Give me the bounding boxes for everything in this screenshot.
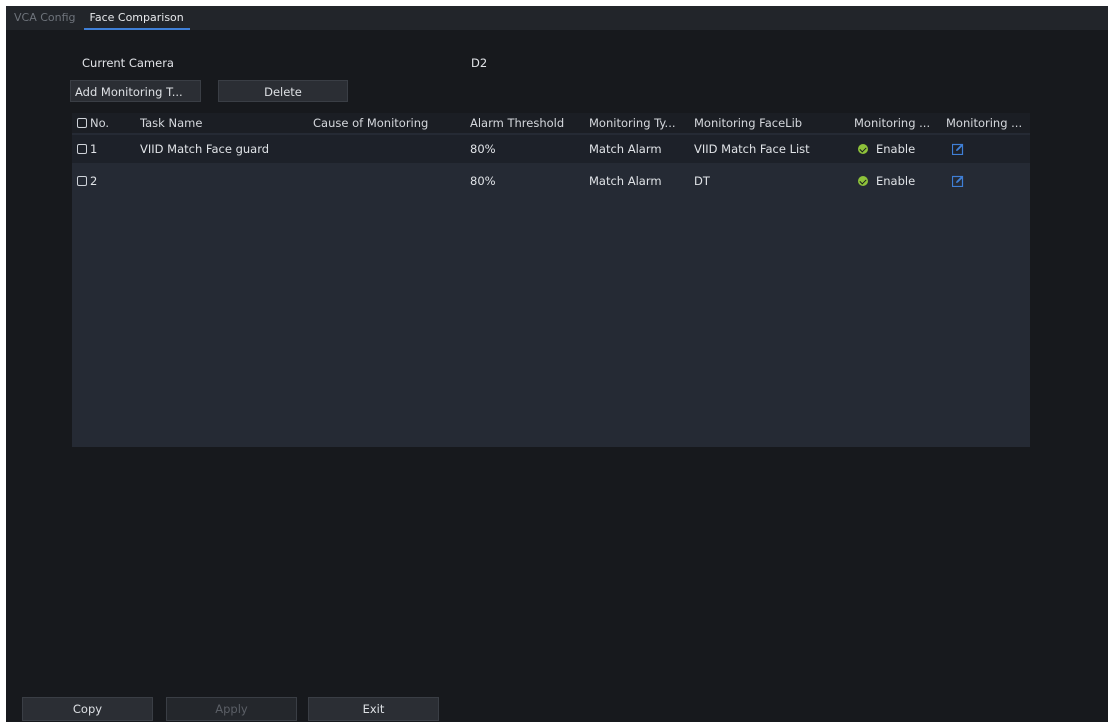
row-checkbox[interactable]: [77, 176, 87, 186]
check-circle-icon: [858, 144, 868, 154]
row-threshold: 80%: [470, 174, 496, 188]
header-monitoring-facelib[interactable]: Monitoring FaceLib: [694, 115, 854, 131]
add-monitoring-task-button[interactable]: Add Monitoring T...: [70, 80, 201, 102]
row-threshold: 80%: [470, 142, 496, 156]
check-circle-icon: [858, 176, 868, 186]
copy-button[interactable]: Copy: [22, 697, 153, 721]
delete-button[interactable]: Delete: [218, 80, 348, 102]
table-row[interactable]: 1 VIID Match Face guard 80% Match Alarm …: [72, 135, 1030, 163]
face-comparison-window: VCA Config Face Comparison Current Camer…: [6, 6, 1108, 722]
row-facelib: DT: [694, 174, 710, 188]
table-header: No. Task Name Cause of Monitoring Alarm …: [72, 113, 1030, 133]
header-monitoring-status[interactable]: Monitoring ...: [854, 115, 946, 131]
row-no: 1: [90, 142, 98, 156]
select-all-checkbox[interactable]: [77, 118, 87, 128]
header-no: No.: [90, 116, 110, 130]
header-cause-of-monitoring[interactable]: Cause of Monitoring: [313, 115, 463, 131]
row-checkbox[interactable]: [77, 144, 87, 154]
header-task-name[interactable]: Task Name: [140, 115, 300, 131]
edit-icon[interactable]: [952, 143, 964, 155]
monitoring-task-table: No. Task Name Cause of Monitoring Alarm …: [72, 113, 1030, 447]
row-type: Match Alarm: [589, 142, 662, 156]
apply-button[interactable]: Apply: [166, 697, 297, 721]
table-row[interactable]: 2 80% Match Alarm DT Enable: [72, 167, 1030, 195]
header-monitoring-edit[interactable]: Monitoring ...: [946, 115, 1030, 131]
row-type: Match Alarm: [589, 174, 662, 188]
current-camera-label: Current Camera: [82, 56, 174, 70]
tab-face-comparison[interactable]: Face Comparison: [83, 11, 190, 30]
current-camera-value: D2: [471, 56, 488, 70]
header-alarm-threshold[interactable]: Alarm Threshold: [470, 115, 588, 131]
row-no: 2: [90, 174, 98, 188]
tab-vca-config[interactable]: VCA Config: [8, 11, 82, 30]
header-monitoring-type[interactable]: Monitoring Ty...: [589, 115, 693, 131]
row-status: Enable: [876, 142, 916, 156]
edit-icon[interactable]: [952, 175, 964, 187]
row-task-name: VIID Match Face guard: [140, 142, 270, 156]
row-facelib: VIID Match Face List: [694, 142, 810, 156]
row-status: Enable: [876, 174, 916, 188]
exit-button[interactable]: Exit: [308, 697, 439, 721]
tab-bar: VCA Config Face Comparison: [6, 6, 1108, 30]
